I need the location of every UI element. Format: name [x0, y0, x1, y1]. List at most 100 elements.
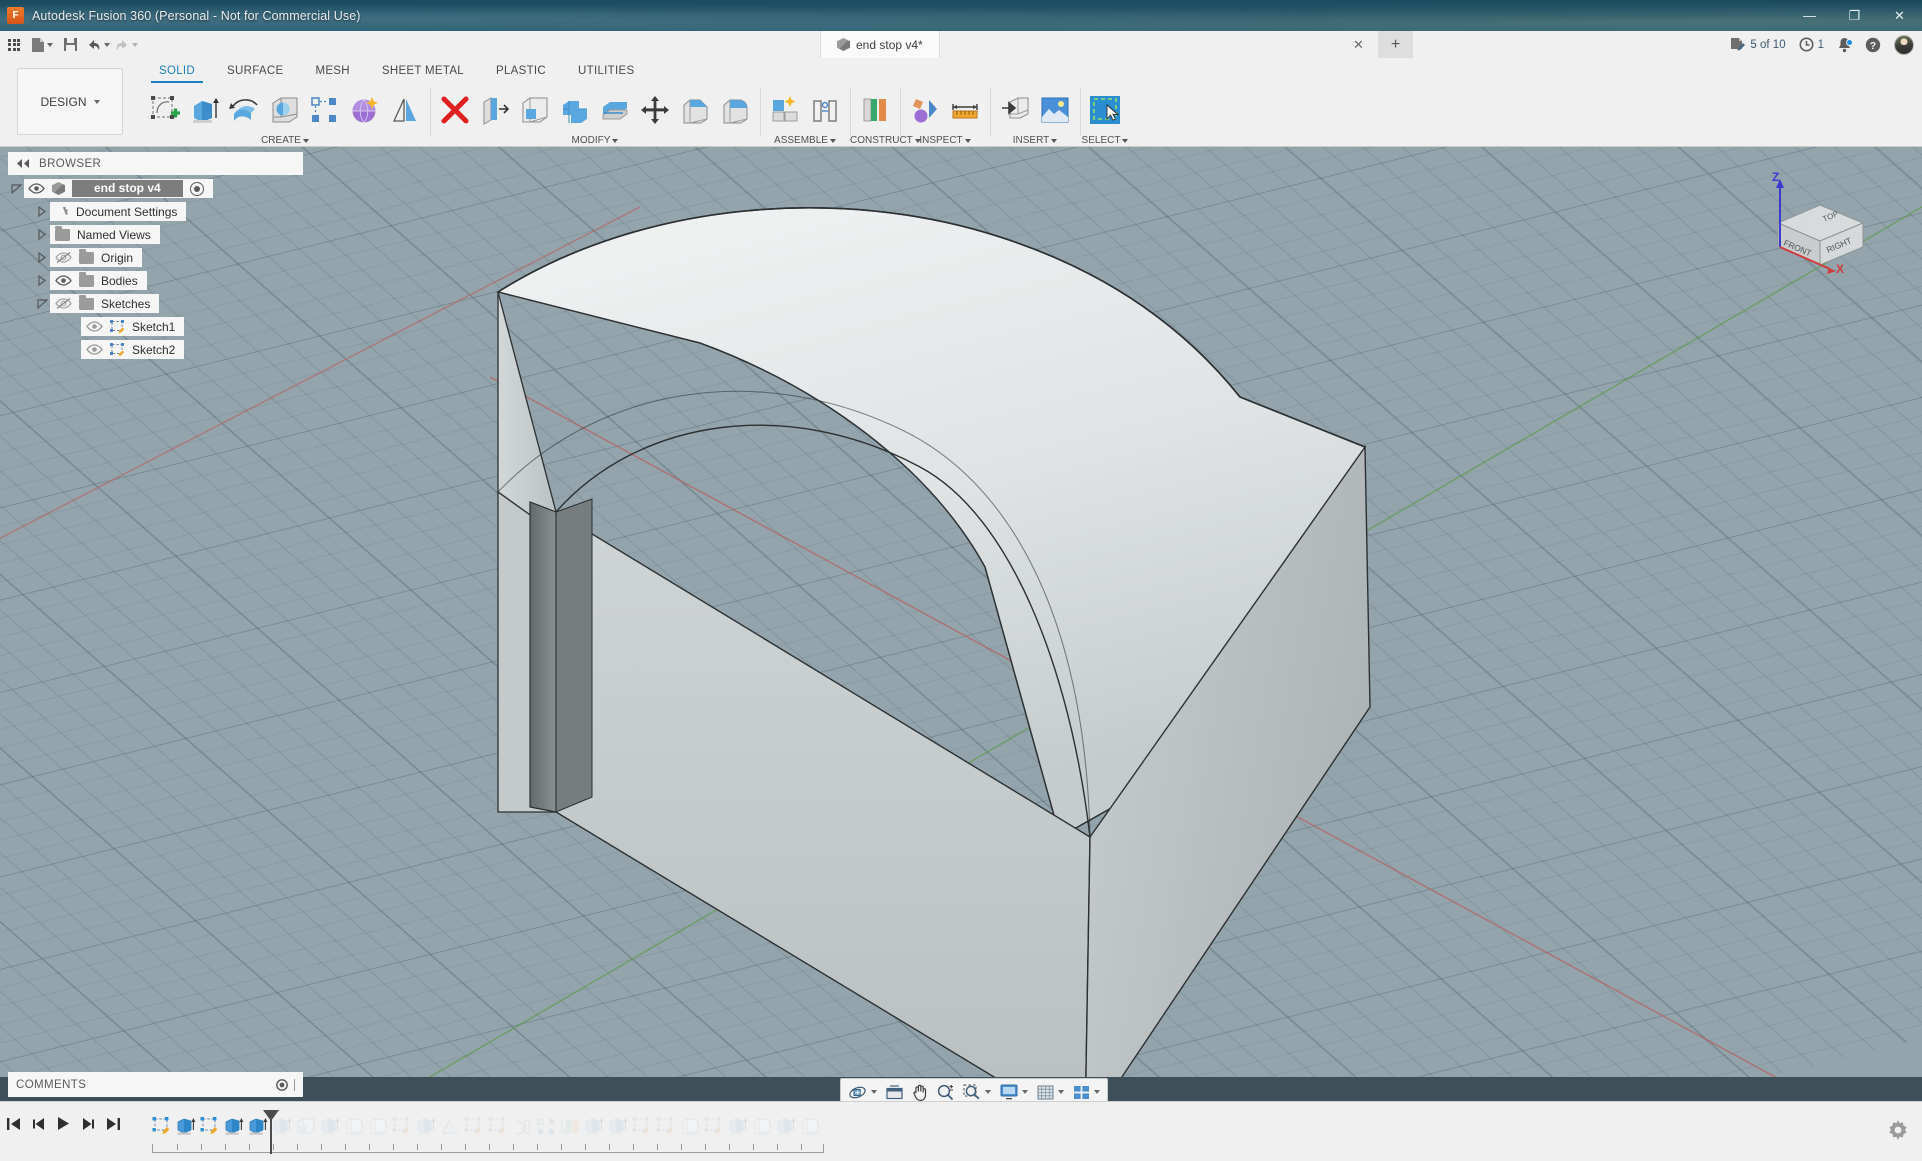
sketch-feature[interactable]: [654, 1112, 678, 1140]
extrude-feature[interactable]: [726, 1112, 750, 1140]
timeline-jump-end-icon[interactable]: [106, 1117, 121, 1131]
expander-icon[interactable]: [34, 275, 50, 286]
sketch-feature[interactable]: [486, 1112, 510, 1140]
revolve-icon[interactable]: [225, 86, 265, 134]
fillet-feature[interactable]: [342, 1112, 366, 1140]
tab-plastic[interactable]: PLASTIC: [480, 62, 562, 81]
notifications-button[interactable]: [1837, 37, 1853, 53]
timeline-step-forward-icon[interactable]: [81, 1117, 95, 1131]
browser-root-row[interactable]: end stop v4: [8, 179, 303, 198]
browser-item-sketch1[interactable]: Sketch1: [8, 317, 303, 336]
sphere-icon[interactable]: [345, 86, 385, 134]
select-window-icon[interactable]: [1085, 86, 1125, 134]
combine-icon[interactable]: [555, 86, 595, 134]
new-file-icon[interactable]: [28, 33, 56, 57]
file-tab-end-stop[interactable]: end stop v4*: [820, 31, 940, 58]
fillet-feature[interactable]: [678, 1112, 702, 1140]
browser-item-bodies[interactable]: Bodies: [8, 271, 303, 290]
ribbon-group-label-construct[interactable]: CONSTRUCT: [850, 135, 921, 146]
help-button[interactable]: ?: [1865, 37, 1881, 53]
browser-item-named-views[interactable]: Named Views: [8, 225, 303, 244]
extrude-feature[interactable]: [774, 1112, 798, 1140]
offset-face-icon[interactable]: [595, 86, 635, 134]
fillet-feature[interactable]: [366, 1112, 390, 1140]
timeline-settings-icon[interactable]: [1888, 1120, 1908, 1140]
extrude-feature[interactable]: [318, 1112, 342, 1140]
appearance-feature[interactable]: [558, 1112, 582, 1140]
browser-pill[interactable]: Origin: [50, 248, 143, 267]
pattern-feature[interactable]: [534, 1112, 558, 1140]
sketch-feature[interactable]: [462, 1112, 486, 1140]
eye-hidden-icon[interactable]: [86, 320, 103, 333]
draft-feature[interactable]: [438, 1112, 462, 1140]
collapse-browser-icon[interactable]: [16, 159, 30, 168]
extrude-feature[interactable]: [222, 1112, 246, 1140]
avatar[interactable]: [1894, 34, 1914, 55]
browser-pill[interactable]: Sketches: [50, 294, 160, 313]
tab-surface[interactable]: SURFACE: [211, 62, 299, 81]
tab-mesh[interactable]: MESH: [299, 62, 365, 81]
ribbon-group-label-insert[interactable]: INSERT: [990, 135, 1080, 146]
browser-pill[interactable]: Sketch2: [81, 340, 185, 359]
measure-icon[interactable]: [945, 86, 985, 134]
browser-root-pill[interactable]: end stop v4: [24, 179, 213, 198]
sketch-feature[interactable]: [702, 1112, 726, 1140]
app-grid-icon[interactable]: [0, 33, 28, 57]
browser-pill[interactable]: Named Views: [50, 225, 160, 244]
ribbon-group-label-assemble[interactable]: ASSEMBLE: [760, 135, 850, 146]
create-sketch-icon[interactable]: [145, 86, 185, 134]
press-pull-icon[interactable]: [435, 86, 475, 134]
eye-icon[interactable]: [55, 274, 72, 287]
sketch-feature[interactable]: [630, 1112, 654, 1140]
section-analysis-icon[interactable]: [905, 86, 945, 134]
shell-icon[interactable]: [515, 86, 555, 134]
new-tab-button[interactable]: +: [1378, 31, 1413, 58]
browser-pill[interactable]: Document Settings: [50, 202, 187, 221]
save-icon[interactable]: [56, 33, 84, 57]
maximize-button[interactable]: ❐: [1832, 0, 1877, 31]
timeline-play-icon[interactable]: [57, 1116, 70, 1131]
timeline-marker[interactable]: [270, 1110, 272, 1154]
expand-root-icon[interactable]: [8, 183, 24, 194]
tab-sheet-metal[interactable]: SHEET METAL: [366, 62, 480, 81]
extrude-feature[interactable]: [414, 1112, 438, 1140]
minimize-button[interactable]: —: [1787, 0, 1832, 31]
job-status[interactable]: 5 of 10: [1729, 37, 1786, 52]
workspace-switcher[interactable]: DESIGN: [17, 68, 123, 135]
move-copy-icon[interactable]: [635, 86, 675, 134]
new-component-icon[interactable]: [765, 86, 805, 134]
browser-pill[interactable]: Bodies: [50, 271, 147, 290]
eye-hidden-icon[interactable]: [55, 251, 72, 264]
tab-utilities[interactable]: UTILITIES: [562, 62, 650, 81]
offset-plane-icon[interactable]: [855, 86, 895, 134]
comments-toggle-icon[interactable]: [276, 1078, 288, 1091]
chamfer-icon[interactable]: [675, 86, 715, 134]
eye-hidden-icon[interactable]: [86, 343, 103, 356]
recent-history[interactable]: 1: [1799, 37, 1824, 52]
comments-panel[interactable]: COMMENTS: [8, 1072, 303, 1097]
expander-icon[interactable]: [34, 229, 50, 240]
sketch-feature[interactable]: [198, 1112, 222, 1140]
ribbon-group-label-inspect[interactable]: INSPECT: [900, 135, 990, 146]
browser-item-origin[interactable]: Origin: [8, 248, 303, 267]
insert-derive-icon[interactable]: [995, 86, 1035, 134]
pattern-icon[interactable]: [305, 86, 345, 134]
ribbon-group-label-select[interactable]: SELECT: [1080, 135, 1130, 146]
mirror-icon[interactable]: [385, 86, 425, 134]
extrude-feature[interactable]: [246, 1112, 270, 1140]
timeline-jump-start-icon[interactable]: [6, 1117, 21, 1131]
browser-item-sketch2[interactable]: Sketch2: [8, 340, 303, 359]
expander-icon[interactable]: [34, 298, 50, 309]
ribbon-group-label-modify[interactable]: MODIFY: [430, 135, 760, 146]
expander-icon[interactable]: [34, 206, 50, 217]
shell-feature[interactable]: [294, 1112, 318, 1140]
tab-solid[interactable]: SOLID: [143, 62, 211, 83]
extrude-feature[interactable]: [582, 1112, 606, 1140]
ribbon-group-label-create[interactable]: CREATE: [140, 135, 430, 146]
insert-canvas-icon[interactable]: [1035, 86, 1075, 134]
undo-icon[interactable]: [84, 33, 112, 57]
close-tab-button[interactable]: ✕: [1350, 36, 1367, 53]
close-window-button[interactable]: ✕: [1877, 0, 1922, 31]
sketch-feature[interactable]: [150, 1112, 174, 1140]
browser-item-sketches[interactable]: Sketches: [8, 294, 303, 313]
